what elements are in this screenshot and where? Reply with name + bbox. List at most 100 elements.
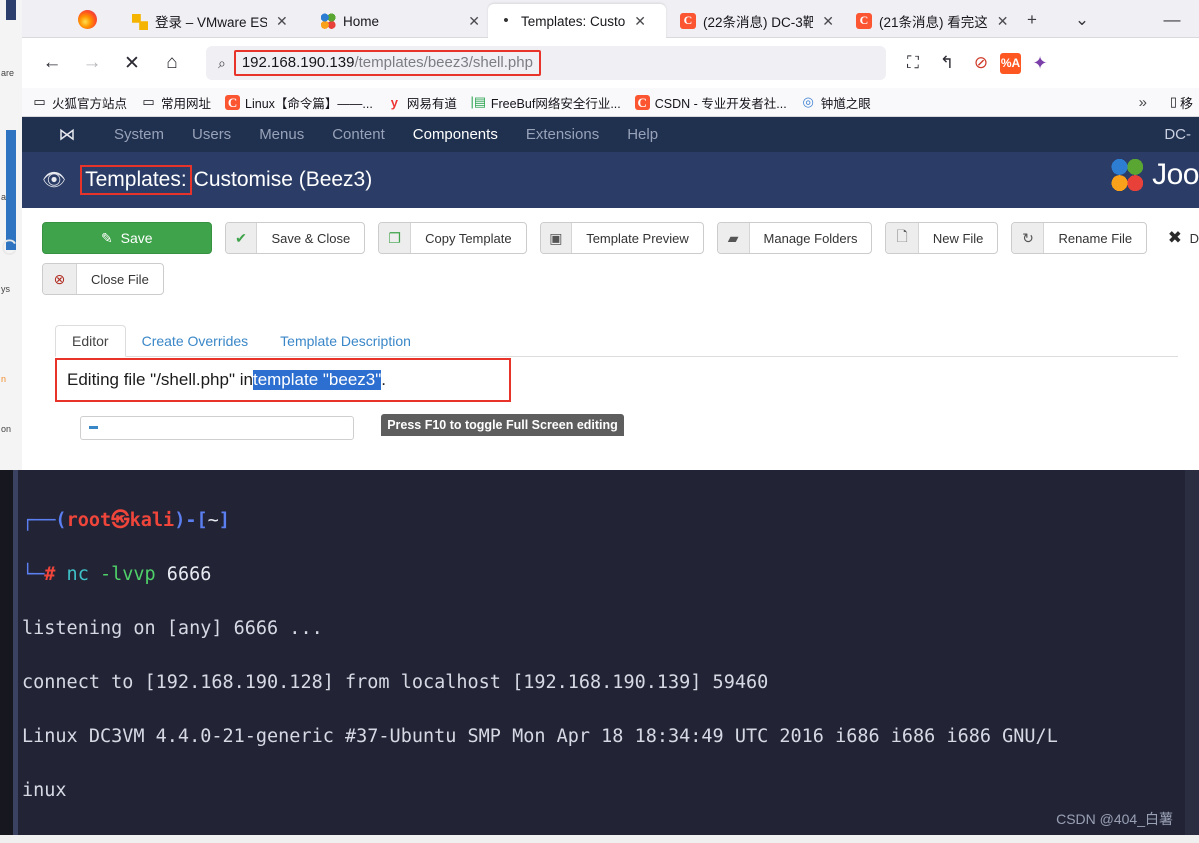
command-name: nc: [55, 564, 89, 585]
browser-tab-1-close-icon[interactable]: ✕: [468, 14, 480, 28]
joomla-nav-users[interactable]: Users: [178, 117, 245, 152]
forward-button[interactable]: →: [76, 47, 108, 79]
joomla-nav-help[interactable]: Help: [613, 117, 672, 152]
tab-template-description[interactable]: Template Description: [264, 326, 427, 356]
bookmarks-overflow-button[interactable]: »: [1139, 94, 1147, 111]
address-bar[interactable]: ⌕ 192.168.190.139/templates/beez3/shell.…: [206, 46, 886, 80]
home-button[interactable]: ⌂: [156, 47, 188, 79]
desktop-label-4: n: [1, 374, 7, 384]
joomla-nav-menus[interactable]: Menus: [245, 117, 318, 152]
joomla-nav-site-name[interactable]: DC-: [1164, 126, 1191, 143]
bookmark-item-5[interactable]: C CSDN - 专业开发者社...: [634, 93, 787, 112]
browser-tab-4[interactable]: C (21条消息) 看完这 ✕: [846, 4, 1018, 38]
joomla-brand-icon: [1110, 158, 1145, 192]
prompt-bracket-1: )-[: [174, 510, 208, 531]
template-preview-button[interactable]: ▣ Template Preview: [539, 222, 704, 254]
bookmark-item-4-label: FreeBuf网络安全行业...: [490, 96, 621, 111]
browser-tabstrip: 登录 – VMware ES ✕ Home ✕ • Templates: Cus…: [22, 0, 1199, 38]
firefox-logo-icon: [78, 10, 97, 29]
joomla-icon: [320, 13, 336, 29]
bookmark-item-5-label: CSDN - 专业开发者社...: [654, 96, 787, 111]
terminal-window[interactable]: ┌──(root㉿kali)-[~] └─# nc -lvvp 6666 lis…: [0, 470, 1199, 843]
new-tab-button[interactable]: +: [1022, 10, 1042, 30]
bookmark-item-6[interactable]: ◎ 钟馗之眼: [801, 93, 871, 112]
block-ads-icon[interactable]: ⊘: [966, 48, 996, 78]
joomla-nav-components[interactable]: Components: [399, 117, 512, 152]
browser-tab-2-title: Templates: Custo: [521, 13, 626, 29]
prompt-at-icon: ㉿: [111, 510, 130, 531]
page-title-rest: Customise (Beez3): [193, 168, 373, 191]
joomla-nav-content[interactable]: Content: [318, 117, 399, 152]
save-and-close-button[interactable]: ✔ Save & Close: [224, 222, 366, 254]
folder-icon: ▭: [142, 94, 155, 109]
back-button[interactable]: ←: [36, 47, 68, 79]
csdn-icon: C: [856, 13, 872, 29]
joomla-nav-extensions[interactable]: Extensions: [512, 117, 613, 152]
delete-file-button[interactable]: ✖ D: [1160, 222, 1199, 254]
bookmark-item-0[interactable]: ▭ 火狐官方站点: [32, 93, 127, 112]
browser-tab-2[interactable]: • Templates: Custo ✕: [488, 4, 666, 38]
csdn-icon: C: [634, 94, 650, 110]
rename-file-button[interactable]: ↻ Rename File: [1011, 222, 1148, 254]
close-file-button[interactable]: ⊗ Close File: [42, 263, 164, 295]
browser-tab-0[interactable]: 登录 – VMware ES ✕: [122, 4, 300, 38]
copy-template-button[interactable]: ❐ Copy Template: [378, 222, 527, 254]
tab-create-overrides[interactable]: Create Overrides: [126, 326, 265, 356]
browser-tab-1-title: Home: [343, 13, 380, 29]
save-button[interactable]: ✎ Save: [42, 222, 212, 254]
folder-icon: ▭: [33, 94, 46, 109]
browser-tab-1[interactable]: Home ✕: [310, 4, 488, 38]
screen-root: are as C ys n on 登录 – VMware ES ✕ Home ✕…: [0, 0, 1199, 843]
bookmark-item-3[interactable]: y 网易有道: [387, 93, 457, 112]
terminal-left-edge: [0, 470, 18, 843]
editing-file-prefix: Editing file "/shell.php" in: [67, 370, 253, 389]
close-file-button-label: Close File: [91, 271, 149, 287]
new-file-button[interactable]: 🗋 New File: [885, 222, 999, 254]
joomla-nav-system[interactable]: System: [100, 117, 178, 152]
browser-tab-3-close-icon[interactable]: ✕: [822, 14, 834, 28]
joomla-toolbar-row-1: ✎ Save ✔ Save & Close ❐ Copy Template ▣ …: [22, 208, 1199, 254]
dot-icon: •: [503, 12, 509, 29]
watermark-text: CSDN @404_白薯: [1056, 811, 1173, 827]
pencil-square-icon: ✎: [100, 229, 113, 246]
bookmark-item-1[interactable]: ▭ 常用网址: [141, 93, 211, 112]
stop-button[interactable]: ✕: [116, 47, 148, 79]
prompt-hash: #: [44, 564, 56, 585]
terminal-line-5: inux: [22, 780, 67, 801]
window-minimize-button[interactable]: —: [1162, 10, 1182, 30]
extension-icon[interactable]: ✦: [1025, 48, 1055, 78]
browser-tab-3[interactable]: C (22条消息) DC-3靶 ✕: [670, 4, 842, 38]
command-flags: -lvvp: [88, 564, 156, 585]
bookmark-item-2[interactable]: C Linux【命令篇】——...: [225, 93, 373, 112]
manage-folders-button[interactable]: ▰ Manage Folders: [716, 222, 873, 254]
screenshot-icon[interactable]: ⛶: [898, 48, 928, 78]
prompt-user: root: [66, 510, 112, 531]
joomla-page-header: 👁 Templates: Customise (Beez3) Joo: [22, 152, 1199, 208]
command-port: 6666: [155, 564, 212, 585]
copy-icon: ❐: [379, 223, 412, 253]
browser-tab-0-close-icon[interactable]: ✕: [276, 14, 288, 28]
translate-badge-icon[interactable]: %A: [1000, 52, 1021, 74]
terminal-line-3: connect to [192.168.190.128] from localh…: [22, 672, 769, 693]
csdn-icon: C: [680, 13, 696, 29]
desktop-left-strip: are as C ys n on: [0, 0, 22, 470]
browser-tab-4-close-icon[interactable]: ✕: [997, 14, 1009, 28]
close-circle-icon: ⊗: [43, 264, 77, 294]
joomla-logo-icon[interactable]: ⋈: [56, 124, 78, 146]
joomla-brand-text: Joo: [1152, 158, 1199, 191]
save-and-close-button-label: Save & Close: [271, 230, 351, 246]
bookmark-item-3-label: 网易有道: [406, 96, 457, 111]
mobile-bookmarks-button[interactable]: ▯ 移: [1170, 93, 1193, 112]
bookmark-item-4[interactable]: |▤ FreeBuf网络安全行业...: [471, 93, 621, 112]
list-all-tabs-button[interactable]: ⌄: [1072, 10, 1092, 30]
file-icon: 🗋: [886, 223, 919, 253]
copy-template-button-label: Copy Template: [425, 230, 512, 246]
terminal-scrollbar[interactable]: [1185, 470, 1199, 843]
editor-toolbar-stub[interactable]: [80, 416, 354, 440]
terminal-output: ┌──(root㉿kali)-[~] └─# nc -lvvp 6666 lis…: [22, 480, 1183, 843]
address-bar-url[interactable]: 192.168.190.139/templates/beez3/shell.ph…: [233, 50, 541, 76]
undo-icon[interactable]: ↰: [932, 48, 962, 78]
tab-editor[interactable]: Editor: [55, 325, 126, 357]
browser-tab-0-title: 登录 – VMware ES: [155, 15, 267, 30]
browser-tab-2-close-icon[interactable]: ✕: [634, 14, 646, 28]
